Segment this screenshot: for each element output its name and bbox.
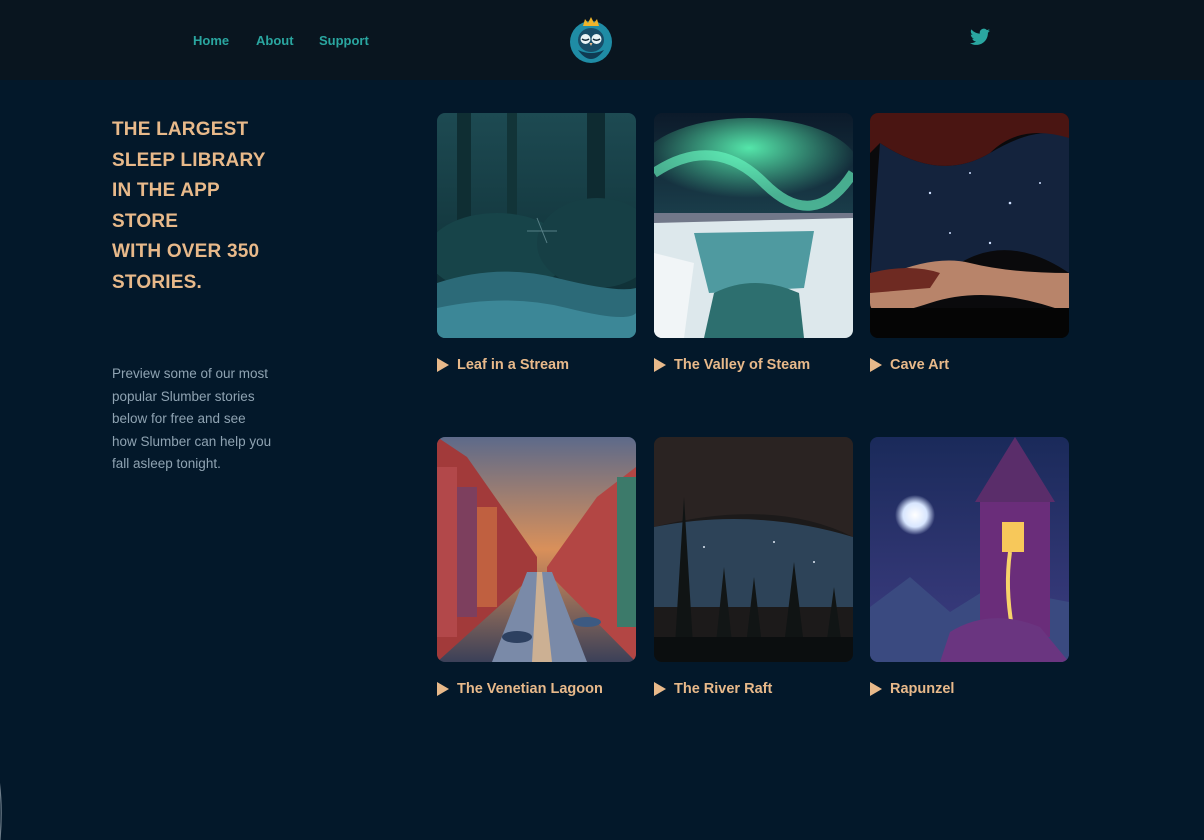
story-title: The River Raft <box>674 681 773 697</box>
story-caption[interactable]: Cave Art <box>870 357 949 373</box>
story-card-cave-art[interactable]: Cave Art <box>870 113 1070 373</box>
story-thumbnail-cave-night-sky[interactable] <box>870 113 1069 338</box>
story-thumbnail-rapunzel-tower[interactable] <box>870 437 1069 662</box>
slumber-owl-logo[interactable] <box>566 12 616 66</box>
twitter-icon[interactable] <box>970 28 990 46</box>
nav-about-link[interactable]: About <box>256 33 294 48</box>
story-thumbnail-pine-forest-night[interactable] <box>654 437 853 662</box>
story-caption[interactable]: The River Raft <box>654 681 772 697</box>
story-thumbnail-forest-stream[interactable] <box>437 113 636 338</box>
play-icon[interactable] <box>654 682 666 696</box>
story-title: Cave Art <box>890 357 950 373</box>
nav-support-link[interactable]: Support <box>319 33 369 48</box>
play-icon[interactable] <box>437 358 449 372</box>
story-caption[interactable]: Rapunzel <box>870 681 954 697</box>
story-card-venetian-lagoon[interactable]: The Venetian Lagoon <box>437 437 637 697</box>
story-caption[interactable]: The Valley of Steam <box>654 357 810 373</box>
story-thumbnail-aurora-waterfall[interactable] <box>654 113 853 338</box>
play-icon[interactable] <box>870 358 882 372</box>
story-card-river-raft[interactable]: The River Raft <box>654 437 854 697</box>
story-card-valley-of-steam[interactable]: The Valley of Steam <box>654 113 854 373</box>
story-title: The Venetian Lagoon <box>457 681 603 697</box>
story-title: Leaf in a Stream <box>457 357 570 373</box>
hero-headline: THE LARGEST SLEEP LIBRARY IN THE APP STO… <box>112 119 266 293</box>
decorative-arc <box>0 783 2 840</box>
play-icon[interactable] <box>654 358 666 372</box>
play-icon[interactable] <box>437 682 449 696</box>
story-thumbnail-venice-canal[interactable] <box>437 437 636 662</box>
story-caption[interactable]: The Venetian Lagoon <box>437 681 603 697</box>
story-card-rapunzel[interactable]: Rapunzel <box>870 437 1070 697</box>
story-card-leaf-in-a-stream[interactable]: Leaf in a Stream <box>437 113 637 373</box>
nav-home-link[interactable]: Home <box>193 33 229 48</box>
play-icon[interactable] <box>870 682 882 696</box>
story-caption[interactable]: Leaf in a Stream <box>437 357 569 373</box>
hero-blurb: Preview some of our most popular Slumber… <box>112 366 272 472</box>
top-nav: Home About Support <box>0 0 1204 80</box>
story-title: The Valley of Steam <box>674 357 811 373</box>
story-title: Rapunzel <box>890 681 955 697</box>
